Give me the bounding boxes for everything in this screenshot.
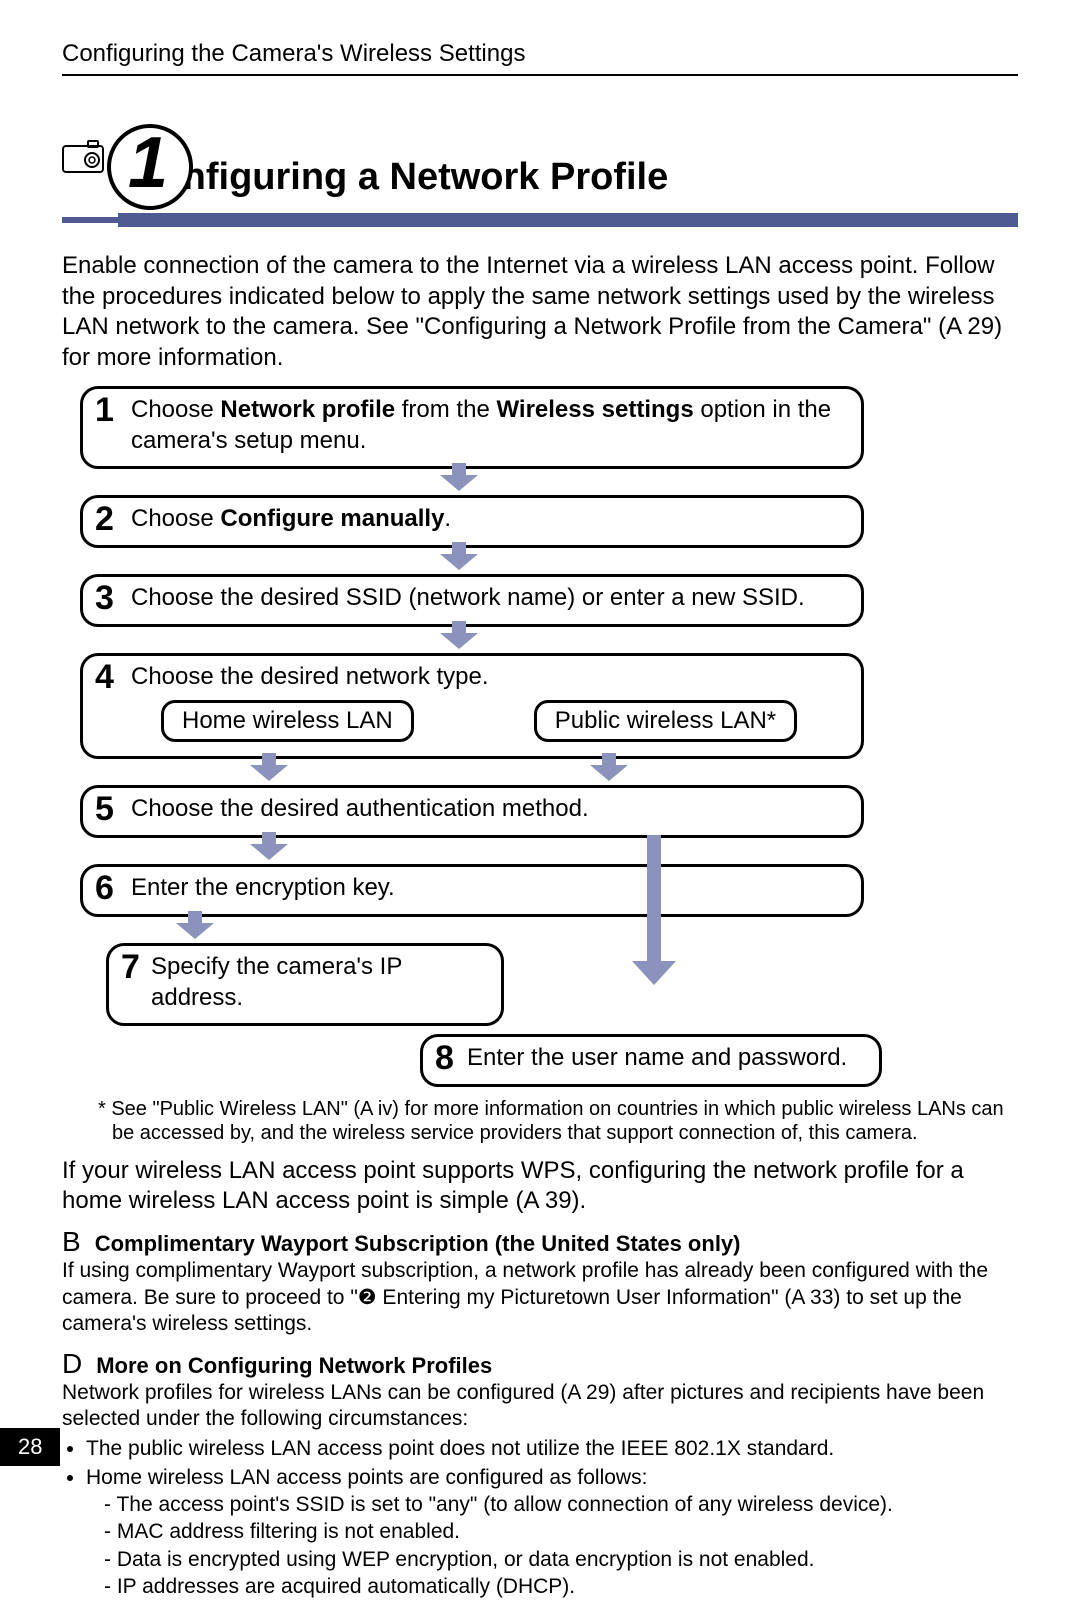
step-number: 4 <box>95 658 114 697</box>
step-text: Enter the user name and password. <box>467 1043 863 1074</box>
section-number-text: 1 <box>128 127 168 199</box>
step-number: 1 <box>95 391 114 430</box>
footnote: * See "Public Wireless LAN" (A iv) for m… <box>82 1097 1018 1146</box>
list-item: MAC address filtering is not enabled. <box>104 1518 1018 1545</box>
step-4: 4 Choose the desired network type. Home … <box>80 653 864 760</box>
arrow-down-icon <box>440 621 476 649</box>
list-item: The access point's SSID is set to "any" … <box>104 1491 1018 1518</box>
step-number: 2 <box>95 500 114 539</box>
note-symbol: D <box>62 1348 82 1380</box>
step-1: 1 Choose Network profile from the Wirele… <box>80 386 864 469</box>
step-number: 6 <box>95 869 114 908</box>
option-home-wlan: Home wireless LAN <box>161 700 414 742</box>
step-text: Choose the desired network type. <box>131 662 845 693</box>
body-paragraph: If your wireless LAN access point suppor… <box>62 1156 1018 1216</box>
arrow-down-icon <box>250 753 286 781</box>
note-d-sublist: The access point's SSID is set to "any" … <box>62 1491 1018 1600</box>
step-number: 5 <box>95 790 114 829</box>
intro-paragraph: Enable connection of the camera to the I… <box>62 251 1018 374</box>
arrow-down-icon <box>440 463 476 491</box>
list-item: Data is encrypted using WEP encryption, … <box>104 1546 1018 1573</box>
note-symbol: B <box>62 1226 81 1258</box>
step-text: Specify the camera's IP address. <box>151 952 485 1013</box>
step-7: 7 Specify the camera's IP address. <box>106 943 504 1026</box>
arrow-down-icon <box>176 911 212 939</box>
arrow-down-icon <box>590 753 626 781</box>
long-arrow-down-icon <box>632 835 676 990</box>
note-d-bullets: The public wireless LAN access point doe… <box>62 1435 1018 1492</box>
running-header: Configuring the Camera's Wireless Settin… <box>62 40 1018 76</box>
note-d-intro: Network profiles for wireless LANs can b… <box>62 1380 1018 1433</box>
section-title-block: 1 Configuring a Network Profile <box>62 110 1018 227</box>
step-6: 6 Enter the encryption key. <box>80 864 864 917</box>
note-b-heading: B Complimentary Wayport Subscription (th… <box>62 1226 1018 1258</box>
page-number: 28 <box>0 1428 60 1466</box>
step-text: Choose the desired SSID (network name) o… <box>131 583 845 614</box>
step-text: Choose Network profile from the Wireless… <box>131 395 845 456</box>
step-number: 3 <box>95 579 114 618</box>
note-b-body: If using complimentary Wayport subscript… <box>62 1258 1018 1337</box>
section-circle-number: 1 <box>107 124 193 210</box>
title-underline <box>62 213 1018 227</box>
step-text: Enter the encryption key. <box>131 873 845 904</box>
step-2: 2 Choose Configure manually. <box>80 495 864 548</box>
running-header-text: Configuring the Camera's Wireless Settin… <box>62 40 525 67</box>
list-item: Home wireless LAN access points are conf… <box>86 1464 1018 1491</box>
step-number: 8 <box>435 1039 454 1078</box>
step-text: Choose Configure manually. <box>131 504 845 535</box>
camera-icon <box>62 140 104 174</box>
steps-container: 1 Choose Network profile from the Wirele… <box>80 386 1018 1089</box>
note-d-heading: D More on Configuring Network Profiles <box>62 1348 1018 1380</box>
step-5: 5 Choose the desired authentication meth… <box>80 785 864 838</box>
option-public-wlan: Public wireless LAN* <box>534 700 797 742</box>
step-number: 7 <box>121 948 140 987</box>
note-title: Complimentary Wayport Subscription (the … <box>95 1231 741 1257</box>
list-item: The public wireless LAN access point doe… <box>86 1435 1018 1462</box>
page: Configuring the Camera's Wireless Settin… <box>0 0 1080 1486</box>
step-8: 8 Enter the user name and password. <box>420 1034 882 1087</box>
arrow-down-icon <box>440 542 476 570</box>
arrow-down-icon <box>250 832 286 860</box>
step-3: 3 Choose the desired SSID (network name)… <box>80 574 864 627</box>
section-title: Configuring a Network Profile <box>62 110 1018 199</box>
network-type-options: Home wireless LAN Public wireless LAN* <box>161 700 845 742</box>
step-text: Choose the desired authentication method… <box>131 794 845 825</box>
list-item: IP addresses are acquired automatically … <box>104 1573 1018 1600</box>
note-title: More on Configuring Network Profiles <box>96 1353 492 1379</box>
